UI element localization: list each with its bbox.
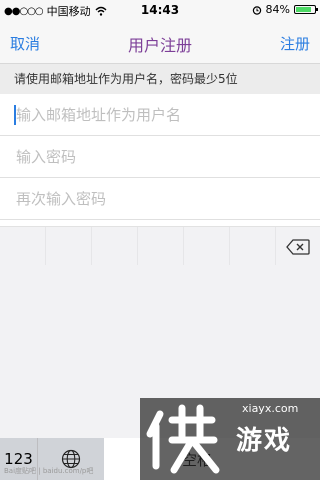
status-bar: ●●○○○ 中国移动 14:43 84% <box>0 0 320 20</box>
site-url: xiayx.com <box>242 402 299 415</box>
status-right: 84% <box>252 3 318 16</box>
candidate-key[interactable] <box>138 227 184 265</box>
battery-icon <box>294 5 318 14</box>
candidate-key[interactable] <box>0 227 46 265</box>
site-brand: 游戏 <box>236 426 293 456</box>
site-logo <box>146 404 220 474</box>
form-hint: 请使用邮箱地址作为用户名，密码最少5位 <box>0 64 320 94</box>
confirm-password-field-row <box>0 178 320 220</box>
email-field[interactable] <box>14 94 318 136</box>
candidate-key[interactable] <box>92 227 138 265</box>
keyboard-candidate-row <box>0 227 320 265</box>
candidate-key[interactable] <box>46 227 92 265</box>
register-button[interactable]: 注册 <box>280 33 310 54</box>
delete-icon[interactable] <box>286 239 310 255</box>
confirm-password-field[interactable] <box>14 178 318 220</box>
page-title: 用户注册 <box>127 36 192 55</box>
battery-percent: 84% <box>265 3 290 16</box>
alarm-icon <box>252 5 261 15</box>
nav-bar: 取消 用户注册 注册 <box>0 20 320 64</box>
candidate-key[interactable] <box>230 227 276 265</box>
text-caret <box>14 105 16 125</box>
password-field[interactable] <box>14 136 318 178</box>
site-watermark: xiayx.com 游戏 <box>140 398 320 480</box>
email-field-row <box>0 94 320 136</box>
baidu-watermark: Bai度贴吧 | baidu.com/p吧 <box>4 467 94 475</box>
password-field-row <box>0 136 320 178</box>
candidate-key[interactable] <box>184 227 230 265</box>
